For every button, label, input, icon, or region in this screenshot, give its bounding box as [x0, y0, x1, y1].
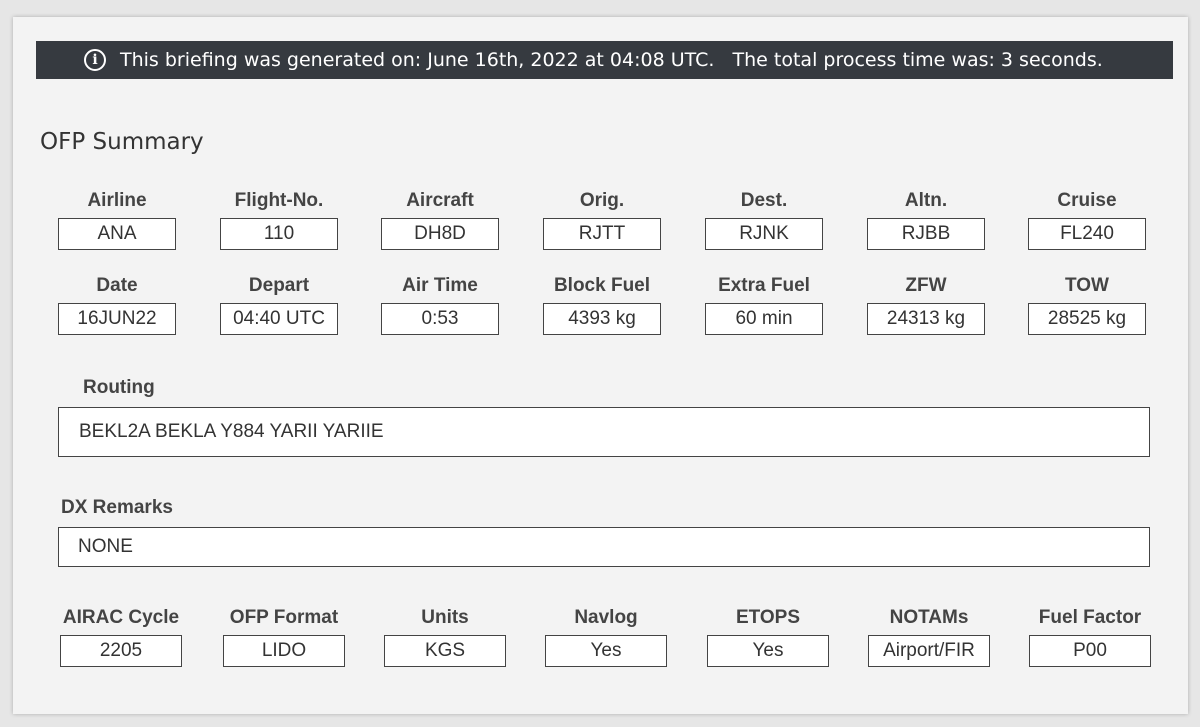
field-airline: Airline ANA — [58, 189, 176, 250]
field-dest: Dest. RJNK — [705, 189, 823, 250]
field-value: 4393 kg — [543, 303, 661, 335]
field-extra-fuel: Extra Fuel 60 min — [705, 274, 823, 335]
field-cruise: Cruise FL240 — [1028, 189, 1146, 250]
field-depart: Depart 04:40 UTC — [220, 274, 338, 335]
field-label: Aircraft — [406, 190, 474, 211]
field-value: 0:53 — [381, 303, 499, 335]
field-label: Units — [421, 607, 469, 628]
field-label: TOW — [1065, 275, 1109, 296]
field-notams: NOTAMs Airport/FIR — [868, 606, 990, 667]
field-fuel-factor: Fuel Factor P00 — [1029, 606, 1151, 667]
field-label: ZFW — [905, 275, 947, 296]
field-value: 28525 kg — [1028, 303, 1146, 335]
remarks-label: DX Remarks — [61, 497, 173, 518]
field-label: NOTAMs — [889, 607, 969, 628]
field-air-time: Air Time 0:53 — [381, 274, 499, 335]
info-icon: i — [84, 49, 106, 71]
field-value: 60 min — [705, 303, 823, 335]
field-label: Fuel Factor — [1038, 607, 1142, 628]
field-label: Altn. — [904, 190, 948, 211]
field-label: Depart — [248, 275, 310, 296]
field-aircraft: Aircraft DH8D — [381, 189, 499, 250]
field-value: RJBB — [867, 218, 985, 250]
info-banner: i This briefing was generated on: June 1… — [36, 41, 1173, 79]
field-label: AIRAC Cycle — [62, 607, 180, 628]
routing-field: BEKL2A BEKLA Y884 YARII YARIIE — [58, 407, 1150, 457]
field-value: Airport/FIR — [868, 635, 990, 667]
field-label: OFP Format — [229, 607, 339, 628]
briefing-panel: i This briefing was generated on: June 1… — [13, 17, 1188, 714]
field-label: Cruise — [1057, 190, 1117, 211]
field-value: Yes — [545, 635, 667, 667]
field-value: 24313 kg — [867, 303, 985, 335]
field-etops: ETOPS Yes — [707, 606, 829, 667]
field-value: ANA — [58, 218, 176, 250]
field-value: KGS — [384, 635, 506, 667]
field-airac-cycle: AIRAC Cycle 2205 — [60, 606, 182, 667]
field-zfw: ZFW 24313 kg — [867, 274, 985, 335]
field-label: Air Time — [402, 275, 478, 296]
field-flight-no: Flight-No. 110 — [220, 189, 338, 250]
field-value: P00 — [1029, 635, 1151, 667]
field-value: FL240 — [1028, 218, 1146, 250]
field-units: Units KGS — [384, 606, 506, 667]
field-value: 04:40 UTC — [220, 303, 338, 335]
field-label: Airline — [87, 190, 147, 211]
field-label: ETOPS — [735, 607, 801, 628]
field-label: Flight-No. — [234, 190, 324, 211]
field-label: Block Fuel — [553, 275, 651, 296]
field-value: RJTT — [543, 218, 661, 250]
page-title: OFP Summary — [40, 129, 204, 155]
routing-label: Routing — [83, 377, 155, 398]
field-orig: Orig. RJTT — [543, 189, 661, 250]
field-block-fuel: Block Fuel 4393 kg — [543, 274, 661, 335]
field-ofp-format: OFP Format LIDO — [223, 606, 345, 667]
field-value: 110 — [220, 218, 338, 250]
field-date: Date 16JUN22 — [58, 274, 176, 335]
field-tow: TOW 28525 kg — [1028, 274, 1146, 335]
field-value: LIDO — [223, 635, 345, 667]
field-navlog: Navlog Yes — [545, 606, 667, 667]
field-value: Yes — [707, 635, 829, 667]
banner-text: This briefing was generated on: June 16t… — [120, 49, 1103, 71]
field-value: RJNK — [705, 218, 823, 250]
field-label: Extra Fuel — [718, 275, 810, 296]
field-label: Date — [96, 275, 138, 296]
field-value: 2205 — [60, 635, 182, 667]
field-label: Dest. — [740, 190, 788, 211]
remarks-field: NONE — [58, 527, 1150, 567]
field-label: Orig. — [579, 190, 625, 211]
field-value: DH8D — [381, 218, 499, 250]
field-label: Navlog — [574, 607, 638, 628]
field-value: 16JUN22 — [58, 303, 176, 335]
field-altn: Altn. RJBB — [867, 189, 985, 250]
